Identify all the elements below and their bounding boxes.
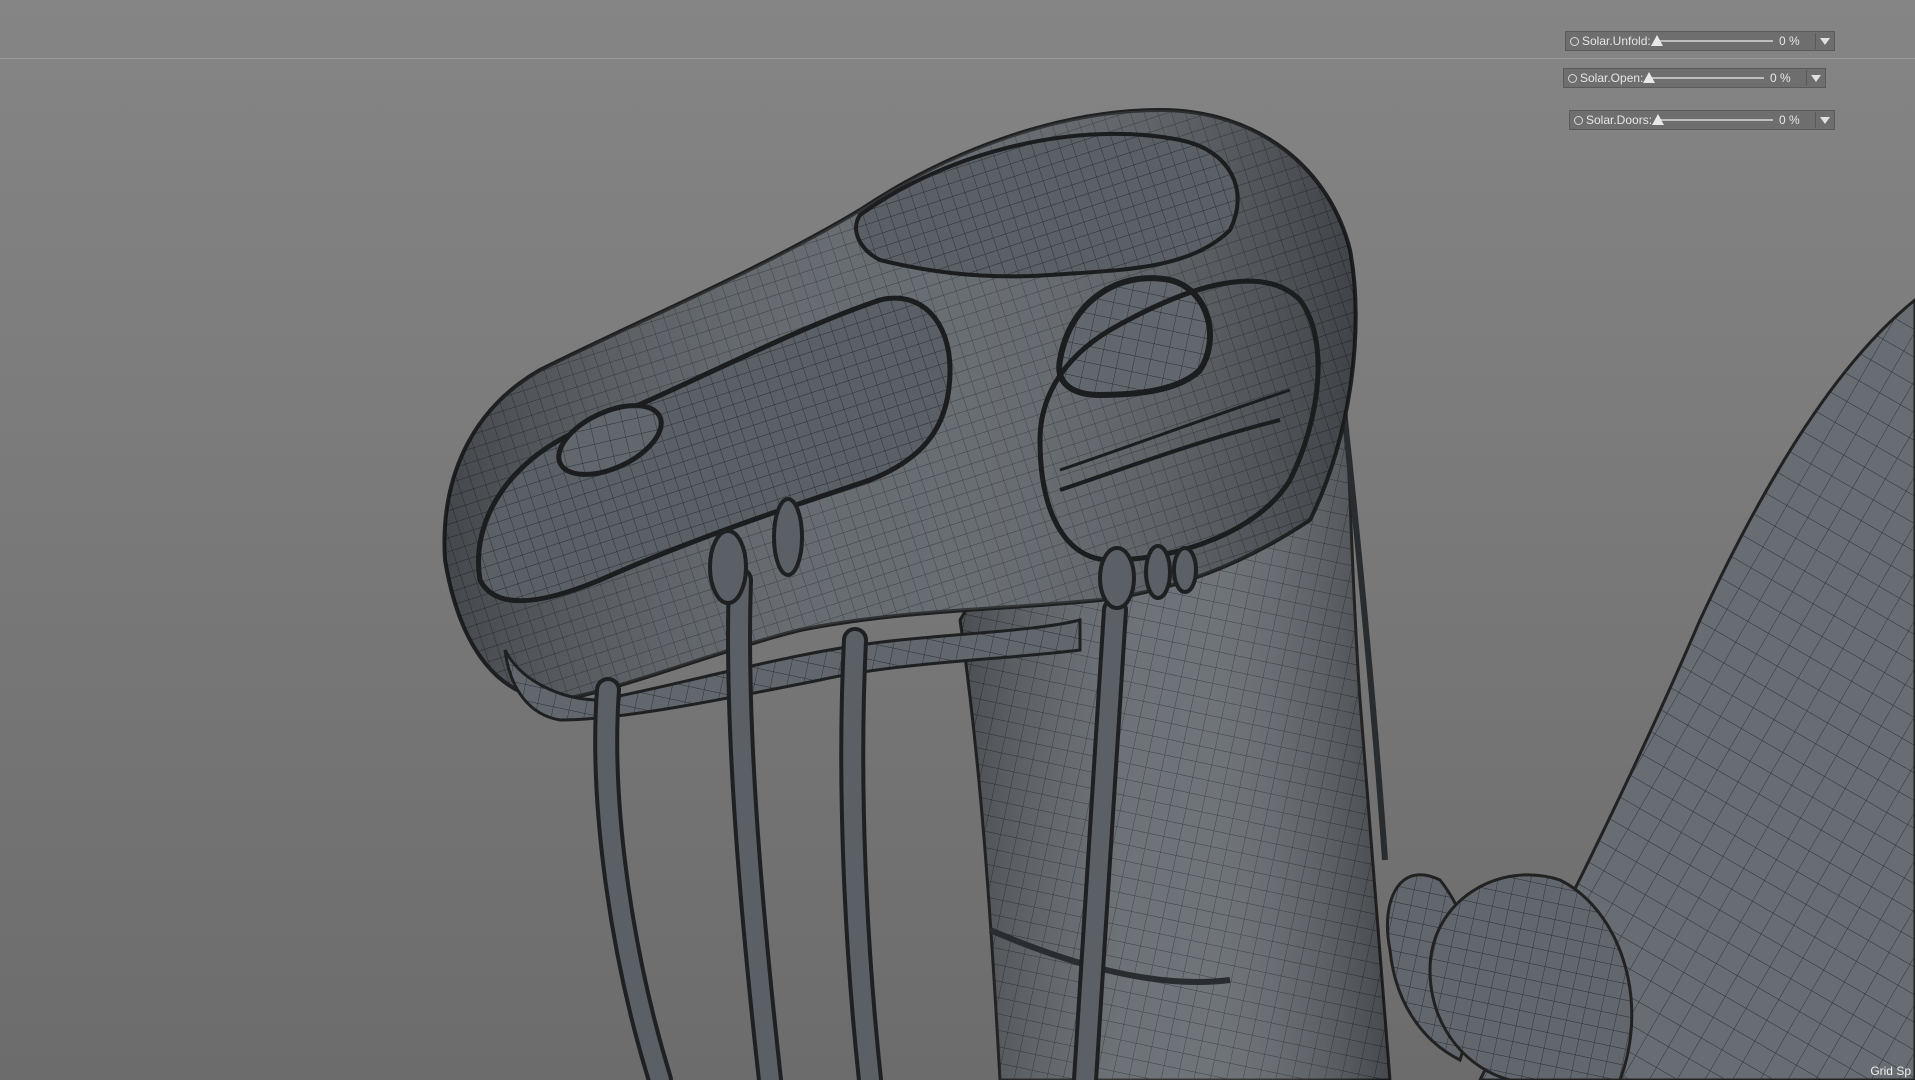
body-mesh bbox=[1385, 298, 1915, 1080]
slider-label: Solar.Doors: bbox=[1586, 113, 1653, 127]
slider-track[interactable] bbox=[1650, 32, 1773, 50]
slider-rail bbox=[1656, 40, 1773, 42]
slider-thumb[interactable] bbox=[1650, 35, 1663, 46]
radio-icon[interactable] bbox=[1570, 36, 1579, 46]
slider-rail bbox=[1658, 119, 1773, 121]
slider-value: 0 % bbox=[1779, 34, 1800, 48]
mesh-model[interactable] bbox=[0, 0, 1915, 1080]
slider-value: 0 % bbox=[1779, 113, 1800, 127]
slider-track[interactable] bbox=[1643, 69, 1764, 87]
chevron-down-icon[interactable] bbox=[1806, 70, 1825, 86]
chevron-down-icon[interactable] bbox=[1815, 112, 1834, 128]
chevron-down-icon[interactable] bbox=[1815, 33, 1834, 49]
solar-doors-slider[interactable]: Solar.Doors: 0 % bbox=[1569, 110, 1835, 130]
slider-label: Solar.Unfold: bbox=[1582, 34, 1651, 48]
slider-label: Solar.Open: bbox=[1580, 71, 1644, 85]
slider-value: 0 % bbox=[1770, 71, 1791, 85]
slider-thumb[interactable] bbox=[1643, 72, 1656, 83]
slider-rail bbox=[1649, 77, 1764, 79]
grid-spacing-label: Grid Sp bbox=[1870, 1064, 1911, 1078]
slider-thumb[interactable] bbox=[1652, 114, 1665, 125]
solar-unfold-slider[interactable]: Solar.Unfold: 0 % bbox=[1565, 31, 1835, 51]
solar-open-slider[interactable]: Solar.Open: 0 % bbox=[1563, 68, 1826, 88]
3d-viewport[interactable]: Solar.Unfold: 0 % Solar.Open: 0 % Solar.… bbox=[0, 0, 1915, 1080]
radio-icon[interactable] bbox=[1574, 115, 1583, 125]
slider-track[interactable] bbox=[1652, 111, 1773, 129]
radio-icon[interactable] bbox=[1568, 73, 1577, 83]
